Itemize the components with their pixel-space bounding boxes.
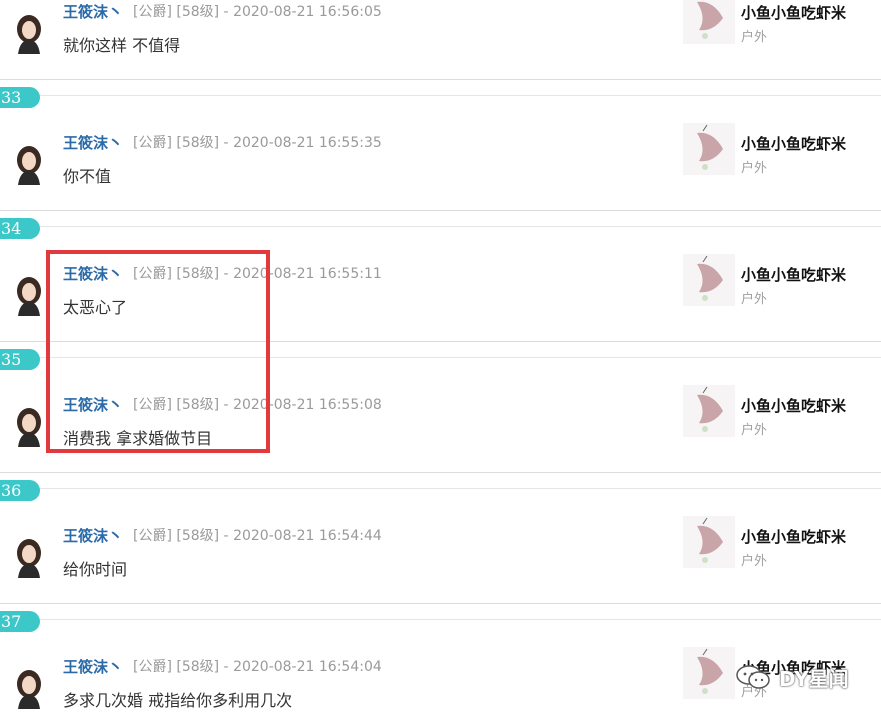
comment-row: 王筱沫丶 [公爵] [58级] - 2020-08-21 16:54:44 给你… bbox=[0, 516, 881, 642]
watermark-text: DY星闻 bbox=[779, 667, 849, 691]
floor-badge: 37 bbox=[0, 611, 40, 632]
floor-line bbox=[0, 226, 881, 227]
floor-badge: 33 bbox=[0, 87, 40, 108]
comment-text: 多求几次婚 戒指给你多利用几次 bbox=[63, 691, 293, 710]
comment-text: 给你时间 bbox=[63, 560, 128, 579]
target-avatar-icon[interactable] bbox=[683, 254, 735, 306]
username-link[interactable]: 王筱沫丶 bbox=[63, 525, 123, 546]
floor-line bbox=[0, 95, 881, 96]
divider bbox=[0, 603, 881, 604]
comment-meta: [公爵] [58级] - 2020-08-21 16:55:35 bbox=[133, 135, 382, 151]
user-avatar-icon[interactable] bbox=[12, 274, 46, 316]
target-name[interactable]: 小鱼小鱼吃虾米 bbox=[741, 395, 846, 416]
comment-meta: [公爵] [58级] - 2020-08-21 16:54:44 bbox=[133, 528, 382, 544]
target-avatar-icon[interactable] bbox=[683, 123, 735, 175]
user-avatar-icon[interactable] bbox=[12, 143, 46, 185]
target-name[interactable]: 小鱼小鱼吃虾米 bbox=[741, 526, 846, 547]
user-avatar-icon[interactable] bbox=[12, 12, 46, 54]
comment-text: 就你这样 不值得 bbox=[63, 36, 181, 55]
target-avatar-icon[interactable] bbox=[683, 516, 735, 568]
target-avatar-icon[interactable] bbox=[683, 385, 735, 437]
target-name[interactable]: 小鱼小鱼吃虾米 bbox=[741, 264, 846, 285]
username-link[interactable]: 王筱沫丶 bbox=[63, 132, 123, 153]
user-avatar-icon[interactable] bbox=[12, 536, 46, 578]
comment-meta: [公爵] [58级] - 2020-08-21 16:56:05 bbox=[133, 4, 382, 20]
comment-text: 你不值 bbox=[63, 167, 112, 186]
highlight-box bbox=[46, 250, 270, 453]
user-avatar-icon[interactable] bbox=[12, 667, 46, 709]
target-category: 户外 bbox=[741, 423, 768, 438]
target-category: 户外 bbox=[741, 30, 768, 45]
target-name[interactable]: 小鱼小鱼吃虾米 bbox=[741, 133, 846, 154]
user-avatar-icon[interactable] bbox=[12, 405, 46, 447]
wechat-icon bbox=[736, 665, 770, 689]
target-category: 户外 bbox=[741, 554, 768, 569]
divider bbox=[0, 210, 881, 211]
target-category: 户外 bbox=[741, 292, 768, 307]
comment-row: 王筱沫丶 [公爵] [58级] - 2020-08-21 16:55:35 你不… bbox=[0, 123, 881, 249]
target-name[interactable]: 小鱼小鱼吃虾米 bbox=[741, 2, 846, 23]
floor-line bbox=[0, 619, 881, 620]
target-category: 户外 bbox=[741, 161, 768, 176]
target-avatar-icon[interactable] bbox=[683, 647, 735, 699]
divider bbox=[0, 472, 881, 473]
comment-row: 王筱沫丶 [公爵] [58级] - 2020-08-21 16:56:05 就你… bbox=[0, 0, 881, 118]
target-avatar-icon[interactable] bbox=[683, 0, 735, 44]
username-link[interactable]: 王筱沫丶 bbox=[63, 1, 123, 22]
floor-badge: 35 bbox=[0, 349, 40, 370]
floor-line bbox=[0, 488, 881, 489]
floor-badge: 34 bbox=[0, 218, 40, 239]
floor-badge: 36 bbox=[0, 480, 40, 501]
comment-meta: [公爵] [58级] - 2020-08-21 16:54:04 bbox=[133, 659, 382, 675]
username-link[interactable]: 王筱沫丶 bbox=[63, 656, 123, 677]
divider bbox=[0, 79, 881, 80]
